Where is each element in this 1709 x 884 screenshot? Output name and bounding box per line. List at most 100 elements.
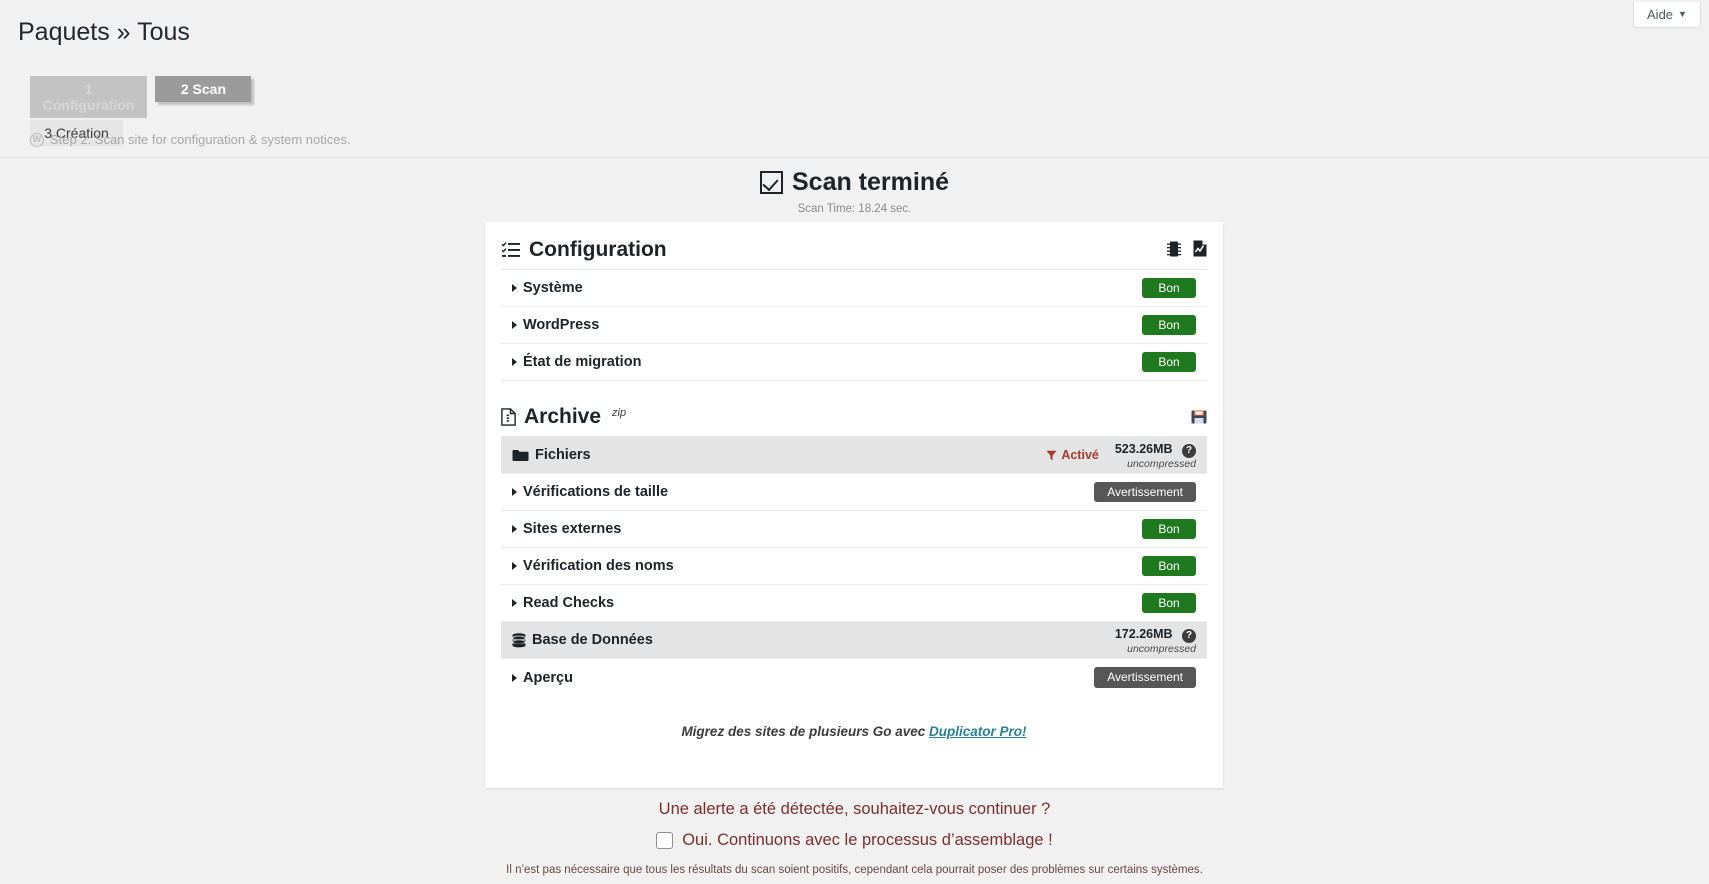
table-row[interactable]: Vérifications de taille Avertissement — [501, 474, 1207, 512]
database-group-label-wrap: Base de Données — [512, 632, 653, 648]
configuration-title-row: Configuration — [501, 238, 667, 261]
fine-print-line1: Il n’est pas nécessaire que tous les rés… — [506, 864, 1203, 876]
row-label-wrap: Vérification des noms — [512, 558, 674, 574]
archive-rows: Fichiers Activé 523.26MB ? uncompressed … — [501, 437, 1207, 696]
table-row[interactable]: Système Bon — [501, 270, 1207, 308]
step-note-label: Step 2: Scan site for configuration & sy… — [50, 132, 351, 147]
tab-configuration[interactable]: 1 Configuration — [30, 76, 147, 118]
database-group-right: 172.26MB ? uncompressed — [1115, 626, 1196, 655]
database-size-note: uncompressed — [1127, 642, 1196, 655]
promo-text: Migrez des sites de plusieurs Go avec Du… — [501, 724, 1207, 739]
archive-format-label: zip — [612, 407, 627, 420]
alert-question: Une alerte a été détectée, souhaitez-vou… — [658, 800, 1051, 818]
scan-time: Scan Time: 18.24 sec. — [797, 203, 912, 215]
chevron-down-icon: ▼ — [1678, 9, 1687, 19]
wordpress-icon: W — [30, 132, 44, 147]
page-title: Paquets » Tous — [18, 18, 190, 46]
row-label-wrap: Read Checks — [512, 595, 614, 611]
row-label: Sites externes — [523, 521, 622, 538]
tab-scan[interactable]: 2 Scan — [155, 76, 252, 102]
configuration-header-icons — [1167, 240, 1207, 261]
caret-right-icon — [512, 562, 517, 571]
checklist-icon — [501, 241, 521, 259]
status-badge: Bon — [1142, 314, 1196, 336]
filter-status-label: Activé — [1061, 448, 1099, 463]
files-size-note: uncompressed — [1127, 457, 1196, 470]
archive-title-row: Archive zip — [501, 405, 626, 428]
caret-right-icon — [512, 599, 517, 608]
row-label-wrap: Aperçu — [512, 670, 573, 686]
database-size-block: 172.26MB ? uncompressed — [1115, 626, 1196, 655]
scan-results-card: Configuration Système Bon WordPress Bon … — [485, 222, 1223, 788]
files-size-value: 523.26MB — [1114, 441, 1173, 456]
row-label-wrap: Vérifications de taille — [512, 484, 668, 500]
row-label: WordPress — [523, 317, 600, 334]
file-icon — [501, 407, 516, 426]
step-note: W Step 2: Scan site for configuration & … — [30, 132, 351, 147]
configuration-rows: Système Bon WordPress Bon État de migrat… — [501, 270, 1207, 382]
scan-status-header: Scan terminé Scan Time: 18.24 sec. — [0, 170, 1709, 215]
header-divider — [0, 157, 1709, 158]
question-mark-icon[interactable]: ? — [1182, 443, 1196, 458]
files-group-label: Fichiers — [535, 447, 591, 464]
table-row[interactable]: Vérification des noms Bon — [501, 548, 1207, 586]
help-button-label: Aide — [1647, 7, 1674, 22]
confirm-row: Oui. Continuons avec le processus d’asse… — [0, 831, 1709, 850]
table-row[interactable]: Aperçu Avertissement — [501, 659, 1207, 696]
floppy-disk-icon[interactable] — [1191, 410, 1207, 424]
row-label: État de migration — [523, 354, 642, 371]
row-label-wrap: Sites externes — [512, 521, 621, 537]
table-row[interactable]: WordPress Bon — [501, 307, 1207, 345]
files-size-block: 523.26MB ? uncompressed — [1115, 441, 1196, 470]
status-badge: Bon — [1142, 555, 1196, 577]
archive-title: Archive — [524, 405, 602, 429]
archive-section-header: Archive zip — [501, 381, 1207, 438]
files-group-right: Activé 523.26MB ? uncompressed — [1046, 441, 1196, 470]
duplicator-pro-link[interactable]: Duplicator Pro! — [929, 724, 1027, 739]
caret-right-icon — [512, 284, 517, 293]
database-size-value: 172.26MB — [1114, 626, 1173, 641]
table-row[interactable]: État de migration Bon — [501, 344, 1207, 382]
row-label: Read Checks — [523, 595, 615, 612]
status-badge: Bon — [1142, 351, 1196, 373]
row-label-wrap: Système — [512, 280, 583, 296]
scan-title: Scan terminé — [791, 168, 949, 196]
checkbox-checked-icon — [759, 171, 783, 194]
table-row[interactable]: Read Checks Bon — [501, 585, 1207, 623]
help-button[interactable]: Aide ▼ — [1633, 2, 1701, 28]
continue-checkbox-label: Oui. Continuons avec le processus d’asse… — [682, 831, 1053, 849]
database-group-label: Base de Données — [532, 632, 653, 649]
status-badge: Avertissement — [1094, 481, 1196, 503]
configuration-title: Configuration — [529, 238, 667, 261]
fine-print: Il n’est pas nécessaire que tous les rés… — [0, 864, 1709, 876]
folder-icon — [512, 449, 529, 462]
status-badge: Bon — [1142, 277, 1196, 299]
caret-right-icon — [512, 488, 517, 497]
archive-header-icons — [1191, 410, 1207, 428]
row-label-wrap: WordPress — [512, 317, 599, 333]
row-label: Vérifications de taille — [523, 484, 669, 501]
configuration-section-header: Configuration — [501, 222, 1207, 271]
caret-right-icon — [512, 358, 517, 367]
table-row[interactable]: Sites externes Bon — [501, 511, 1207, 549]
status-badge: Avertissement — [1094, 667, 1196, 688]
row-label: Aperçu — [523, 669, 573, 686]
row-label: Vérification des noms — [523, 558, 674, 575]
continue-checkbox[interactable] — [656, 832, 674, 849]
caret-right-icon — [512, 321, 517, 330]
caret-right-icon — [512, 525, 517, 534]
server-icon[interactable] — [1167, 241, 1181, 257]
database-icon — [512, 632, 526, 648]
promo-label: Migrez des sites de plusieurs Go avec — [681, 724, 930, 740]
caret-right-icon — [512, 673, 517, 682]
database-group-header: Base de Données 172.26MB ? uncompressed — [501, 622, 1207, 660]
files-group-header: Fichiers Activé 523.26MB ? uncompressed — [501, 437, 1207, 475]
scan-title-row: Scan terminé — [759, 168, 949, 196]
status-badge: Bon — [1142, 518, 1196, 540]
document-report-icon[interactable] — [1193, 240, 1207, 257]
files-group-label-wrap: Fichiers — [512, 447, 591, 463]
question-mark-icon[interactable]: ? — [1182, 628, 1196, 643]
row-label-wrap: État de migration — [512, 354, 641, 370]
filter-status: Activé — [1046, 448, 1099, 462]
filter-icon — [1046, 450, 1057, 461]
